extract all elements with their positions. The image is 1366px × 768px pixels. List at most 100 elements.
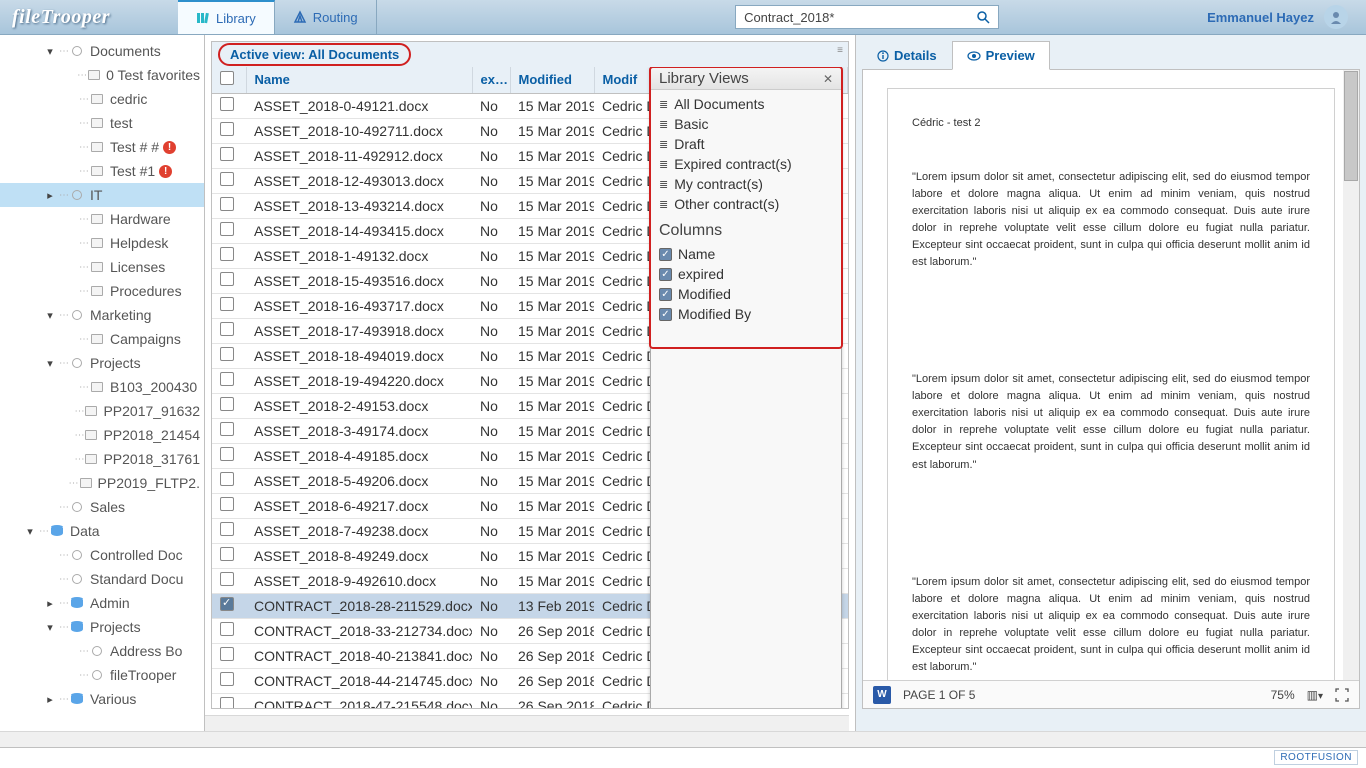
row-checkbox[interactable] bbox=[212, 243, 246, 268]
row-checkbox[interactable] bbox=[212, 468, 246, 493]
tree-item-data[interactable]: ▾⋯Data bbox=[0, 519, 204, 543]
tree-item-test-1[interactable]: ⋯Test #1! bbox=[0, 159, 204, 183]
popup-close-icon[interactable]: ✕ bbox=[823, 72, 833, 86]
row-checkbox[interactable] bbox=[212, 168, 246, 193]
tree-item-documents[interactable]: ▾⋯Documents bbox=[0, 39, 204, 63]
checkbox-icon[interactable]: ✓ bbox=[659, 248, 672, 261]
checkbox-icon[interactable]: ✓ bbox=[659, 308, 672, 321]
col-name[interactable]: Name bbox=[246, 67, 472, 93]
row-checkbox[interactable] bbox=[212, 368, 246, 393]
row-checkbox[interactable] bbox=[212, 118, 246, 143]
tree-item-campaigns[interactable]: ⋯Campaigns bbox=[0, 327, 204, 351]
tree-item-0-test-favorites[interactable]: ⋯0 Test favorites bbox=[0, 63, 204, 87]
col-expired[interactable]: ex… bbox=[472, 67, 510, 93]
column-toggle-modified-by[interactable]: ✓Modified By bbox=[659, 304, 833, 324]
view-option-my-contract-s-[interactable]: ≣My contract(s) bbox=[659, 174, 833, 194]
tree-toggle-icon[interactable]: ▾ bbox=[44, 621, 56, 634]
tree-toggle-icon[interactable]: ▸ bbox=[44, 189, 56, 202]
tree-item-cedric[interactable]: ⋯cedric bbox=[0, 87, 204, 111]
horizontal-scrollbar[interactable] bbox=[205, 715, 849, 731]
row-checkbox[interactable] bbox=[212, 518, 246, 543]
row-checkbox[interactable] bbox=[212, 318, 246, 343]
column-toggle-modified[interactable]: ✓Modified bbox=[659, 284, 833, 304]
tree-item-controlled-doc[interactable]: ⋯Controlled Doc bbox=[0, 543, 204, 567]
row-checkbox[interactable] bbox=[212, 593, 246, 618]
active-view-bar[interactable]: Active view: All Documents ≡ bbox=[211, 41, 849, 67]
tree-item-test-[interactable]: ⋯Test # #! bbox=[0, 135, 204, 159]
tree-item-test[interactable]: ⋯test bbox=[0, 111, 204, 135]
checkbox-icon[interactable]: ✓ bbox=[659, 288, 672, 301]
view-option-other-contract-s-[interactable]: ≣Other contract(s) bbox=[659, 194, 833, 214]
word-app-icon[interactable]: W bbox=[873, 686, 891, 704]
user-menu[interactable]: Emmanuel Hayez bbox=[1189, 5, 1366, 29]
row-checkbox[interactable] bbox=[212, 418, 246, 443]
fullscreen-icon[interactable] bbox=[1335, 688, 1349, 702]
tab-details[interactable]: Details bbox=[862, 41, 952, 70]
tree-item-projects[interactable]: ▾⋯Projects bbox=[0, 615, 204, 639]
tab-library[interactable]: Library bbox=[178, 0, 275, 34]
row-checkbox[interactable] bbox=[212, 143, 246, 168]
row-checkbox[interactable] bbox=[212, 668, 246, 693]
tree-toggle-icon[interactable]: ▾ bbox=[24, 525, 36, 538]
tree-toggle-icon[interactable]: ▾ bbox=[44, 357, 56, 370]
row-checkbox[interactable] bbox=[212, 218, 246, 243]
tab-preview[interactable]: Preview bbox=[952, 41, 1050, 70]
row-checkbox[interactable] bbox=[212, 343, 246, 368]
search-icon[interactable] bbox=[977, 11, 990, 24]
app-horizontal-scrollbar[interactable] bbox=[0, 731, 1366, 747]
preview-viewport[interactable]: Cédric - test 2 "Lorem ipsum dolor sit a… bbox=[863, 70, 1359, 680]
row-checkbox[interactable] bbox=[212, 443, 246, 468]
column-toggle-name[interactable]: ✓Name bbox=[659, 244, 833, 264]
view-option-basic[interactable]: ≣Basic bbox=[659, 114, 833, 134]
col-checkbox[interactable] bbox=[212, 67, 246, 93]
tree-item-pp2018-31761[interactable]: ⋯PP2018_31761 bbox=[0, 447, 204, 471]
tree-item-it[interactable]: ▸⋯IT bbox=[0, 183, 204, 207]
search-box[interactable] bbox=[735, 5, 999, 29]
view-option-expired-contract-s-[interactable]: ≣Expired contract(s) bbox=[659, 154, 833, 174]
tree-item-pp2018-21454[interactable]: ⋯PP2018_21454 bbox=[0, 423, 204, 447]
tab-routing[interactable]: Routing bbox=[275, 0, 377, 34]
checkbox-icon[interactable]: ✓ bbox=[659, 268, 672, 281]
row-checkbox[interactable] bbox=[212, 543, 246, 568]
tree-item-admin[interactable]: ▸⋯Admin bbox=[0, 591, 204, 615]
popup-title-bar[interactable]: Library Views ✕ bbox=[651, 68, 841, 90]
tree-item-various[interactable]: ▸⋯Various bbox=[0, 687, 204, 711]
tree-toggle-icon[interactable]: ▾ bbox=[44, 309, 56, 322]
layout-mode-icon[interactable]: ▥▾ bbox=[1307, 688, 1323, 702]
scrollbar-thumb[interactable] bbox=[1344, 71, 1358, 181]
search-input[interactable] bbox=[744, 10, 977, 25]
row-checkbox[interactable] bbox=[212, 393, 246, 418]
row-checkbox[interactable] bbox=[212, 568, 246, 593]
tree-item-hardware[interactable]: ⋯Hardware bbox=[0, 207, 204, 231]
tree-item-standard-docu[interactable]: ⋯Standard Docu bbox=[0, 567, 204, 591]
row-checkbox[interactable] bbox=[212, 293, 246, 318]
preview-vscrollbar[interactable] bbox=[1343, 70, 1359, 680]
zoom-level[interactable]: 75% bbox=[1271, 688, 1295, 702]
view-option-all-documents[interactable]: ≣All Documents bbox=[659, 94, 833, 114]
tree-item-b103-200430[interactable]: ⋯B103_200430 bbox=[0, 375, 204, 399]
column-toggle-expired[interactable]: ✓expired bbox=[659, 264, 833, 284]
tree-toggle-icon[interactable]: ▾ bbox=[44, 45, 56, 58]
tree-toggle-icon[interactable]: ▸ bbox=[44, 597, 56, 610]
row-checkbox[interactable] bbox=[212, 93, 246, 118]
row-checkbox[interactable] bbox=[212, 643, 246, 668]
tree-toggle-icon[interactable]: ▸ bbox=[44, 693, 56, 706]
tree-item-helpdesk[interactable]: ⋯Helpdesk bbox=[0, 231, 204, 255]
tree-item-projects[interactable]: ▾⋯Projects bbox=[0, 351, 204, 375]
tree-item-address-bo[interactable]: ⋯Address Bo bbox=[0, 639, 204, 663]
tree-item-filetrooper[interactable]: ⋯fileTrooper bbox=[0, 663, 204, 687]
row-checkbox[interactable] bbox=[212, 493, 246, 518]
row-checkbox[interactable] bbox=[212, 618, 246, 643]
row-checkbox[interactable] bbox=[212, 193, 246, 218]
tree-item-pp2017-91632[interactable]: ⋯PP2017_91632 bbox=[0, 399, 204, 423]
tree-item-licenses[interactable]: ⋯Licenses bbox=[0, 255, 204, 279]
row-checkbox[interactable] bbox=[212, 693, 246, 709]
row-checkbox[interactable] bbox=[212, 268, 246, 293]
tree-item-pp2019-fltp2-[interactable]: ⋯PP2019_FLTP2. bbox=[0, 471, 204, 495]
view-option-draft[interactable]: ≣Draft bbox=[659, 134, 833, 154]
tree-item-marketing[interactable]: ▾⋯Marketing bbox=[0, 303, 204, 327]
tree-item-sales[interactable]: ⋯Sales bbox=[0, 495, 204, 519]
view-menu-handle-icon[interactable]: ≡ bbox=[837, 45, 844, 56]
tree-item-procedures[interactable]: ⋯Procedures bbox=[0, 279, 204, 303]
col-modified[interactable]: Modified bbox=[510, 67, 594, 93]
